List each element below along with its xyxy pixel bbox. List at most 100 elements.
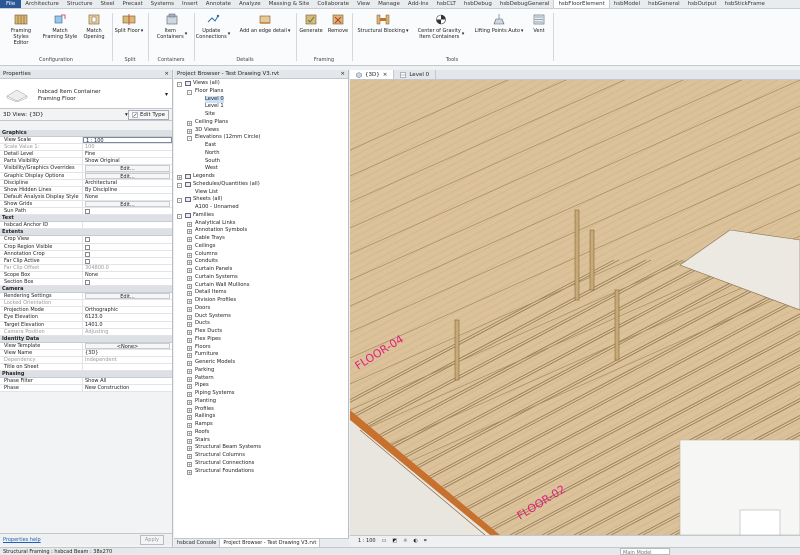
browser-bottom-tab[interactable]: hsbcad Console bbox=[174, 539, 221, 547]
browser-tree-item[interactable]: + Curtain Panels bbox=[174, 266, 349, 274]
browser-tree-item[interactable]: - Schedules/Quantities (all) bbox=[174, 181, 349, 189]
expand-icon[interactable]: + bbox=[187, 330, 192, 335]
browser-tree-item[interactable]: + Structural Beam Systems bbox=[174, 444, 349, 452]
browser-tree-item[interactable]: + Ducts bbox=[174, 320, 349, 328]
expand-icon[interactable]: + bbox=[187, 353, 192, 359]
apply-button[interactable]: Apply bbox=[139, 535, 164, 545]
property-checkbox[interactable] bbox=[85, 258, 90, 264]
browser-tree-item[interactable]: + Floors bbox=[174, 344, 349, 352]
expand-icon[interactable]: + bbox=[187, 345, 192, 351]
browser-tree-item[interactable]: + Cable Trays bbox=[174, 235, 349, 243]
browser-tree-item[interactable]: + Furniture bbox=[174, 351, 349, 359]
ribbon-tab-precast[interactable]: Precast bbox=[118, 0, 146, 8]
browser-tree-item[interactable]: South bbox=[174, 158, 349, 166]
property-value[interactable]: 1401.0 bbox=[83, 322, 172, 328]
property-value[interactable]: Orthographic bbox=[83, 307, 172, 313]
chevron-down-icon[interactable]: ▾ bbox=[165, 91, 168, 98]
close-icon[interactable]: × bbox=[340, 70, 345, 79]
lifting-points-auto-button[interactable]: Lifting Points Auto ▾ bbox=[471, 13, 527, 34]
edit-type-button[interactable]: Edit Type bbox=[127, 110, 169, 120]
property-edit-button[interactable]: Edit... bbox=[85, 165, 170, 172]
ribbon-tab-steel[interactable]: Steel bbox=[96, 0, 118, 8]
properties-section-identity-data[interactable]: Identity Data bbox=[0, 335, 172, 343]
property-edit-button[interactable]: <None> bbox=[85, 342, 170, 350]
property-value[interactable]: None bbox=[83, 194, 172, 200]
view-tab-level-0[interactable]: Level 0 bbox=[394, 70, 437, 79]
center-of-gravity-button[interactable]: Center of Gravity Item Containers ▾ bbox=[413, 13, 469, 40]
generate-button[interactable]: Generate bbox=[298, 13, 324, 34]
expand-icon[interactable]: + bbox=[187, 454, 192, 459]
collapse-icon[interactable]: - bbox=[177, 213, 182, 219]
properties-section-camera[interactable]: Camera bbox=[0, 286, 172, 294]
ribbon-tab-view[interactable]: View bbox=[353, 0, 374, 8]
browser-bottom-tab[interactable]: Project Browser - Test Drawing V3.rvt bbox=[220, 539, 321, 547]
expand-icon[interactable]: + bbox=[187, 237, 192, 242]
expand-icon[interactable]: + bbox=[187, 392, 192, 397]
type-selector[interactable]: hsbcad Item Container Framing Floor ▾ bbox=[0, 79, 172, 109]
ribbon-tab-add-ins[interactable]: Add-Ins bbox=[404, 0, 433, 8]
shadows-icon[interactable]: ◐ bbox=[414, 536, 418, 545]
property-value[interactable]: Architectural bbox=[83, 180, 172, 186]
browser-tree-item[interactable]: + Pipes bbox=[174, 382, 349, 390]
expand-icon[interactable]: + bbox=[177, 175, 182, 180]
properties-help-link[interactable]: Properties help bbox=[3, 537, 41, 543]
active-model-selector[interactable]: Main Model bbox=[620, 548, 670, 555]
collapse-icon[interactable]: - bbox=[177, 198, 182, 204]
browser-tree-item[interactable]: + Stairs bbox=[174, 437, 349, 445]
expand-icon[interactable]: + bbox=[187, 252, 192, 258]
browser-tree-item[interactable]: + Ceiling Plans bbox=[174, 119, 349, 127]
browser-tree-item[interactable]: + Pattern bbox=[174, 375, 349, 383]
expand-icon[interactable]: + bbox=[187, 337, 192, 343]
structural-blocking-button[interactable]: Structural Blocking ▾ bbox=[355, 13, 411, 34]
close-icon[interactable]: × bbox=[383, 70, 388, 80]
browser-tree-item[interactable]: East bbox=[174, 142, 349, 150]
expand-icon[interactable]: + bbox=[187, 423, 192, 428]
browser-tree-item[interactable]: + Duct Systems bbox=[174, 313, 349, 321]
expand-icon[interactable]: + bbox=[187, 446, 192, 452]
expand-icon[interactable]: + bbox=[187, 128, 192, 134]
expand-icon[interactable]: + bbox=[187, 221, 192, 227]
browser-tree-item[interactable]: + Curtain Systems bbox=[174, 274, 349, 282]
expand-icon[interactable]: + bbox=[187, 229, 192, 235]
ribbon-tab-hsbclt[interactable]: hsbCLT bbox=[433, 0, 460, 8]
expand-icon[interactable]: + bbox=[187, 368, 192, 374]
expand-icon[interactable]: + bbox=[187, 469, 192, 475]
browser-tree-item[interactable]: Level 0 bbox=[174, 95, 349, 104]
browser-tree-item[interactable]: + Generic Models bbox=[174, 359, 349, 367]
expand-icon[interactable]: + bbox=[187, 299, 192, 304]
expand-icon[interactable]: + bbox=[187, 415, 192, 421]
property-value[interactable]: None bbox=[83, 272, 172, 278]
ribbon-tab-hsbstickframe[interactable]: hsbStickFrame bbox=[721, 0, 769, 8]
property-value[interactable]: {3D} bbox=[83, 350, 172, 356]
browser-tree-item[interactable]: + Doors bbox=[174, 305, 349, 313]
expand-icon[interactable]: + bbox=[187, 376, 192, 382]
close-icon[interactable]: × bbox=[164, 70, 169, 79]
ribbon-tab-hsbgeneral[interactable]: hsbGeneral bbox=[644, 0, 684, 8]
instance-selector[interactable]: 3D View: {3D} ▾ Edit Type bbox=[0, 109, 172, 121]
browser-tree-item[interactable]: - Elevations (12mm Circle) bbox=[174, 134, 349, 142]
browser-tree-item[interactable]: + Columns bbox=[174, 251, 349, 259]
ribbon-tab-analyze[interactable]: Analyze bbox=[235, 0, 265, 8]
browser-tree-item[interactable]: + Flex Ducts bbox=[174, 328, 349, 336]
property-checkbox[interactable] bbox=[85, 279, 90, 285]
ribbon-tab-file[interactable]: File bbox=[0, 0, 22, 8]
property-edit-button[interactable]: Edit... bbox=[85, 172, 170, 180]
browser-tree-item[interactable]: + Planting bbox=[174, 398, 349, 406]
expand-icon[interactable]: + bbox=[187, 322, 192, 328]
expand-icon[interactable]: + bbox=[187, 260, 192, 266]
split-floor-button[interactable]: Split Floor ▾ bbox=[114, 13, 144, 34]
ribbon-tab-collaborate[interactable]: Collaborate bbox=[313, 0, 353, 8]
browser-tree-item[interactable]: + Detail Items bbox=[174, 289, 349, 297]
match-framing-style-button[interactable]: Match Framing Style bbox=[42, 13, 78, 40]
expand-icon[interactable]: + bbox=[187, 314, 192, 320]
properties-section-text[interactable]: Text bbox=[0, 215, 172, 223]
crop-icon[interactable]: ⌗ bbox=[424, 536, 427, 545]
view-selector[interactable]: 3D View: {3D} bbox=[3, 112, 123, 118]
browser-tree-item[interactable]: +3D Views bbox=[174, 127, 349, 135]
browser-tree-item[interactable]: + Ceilings bbox=[174, 243, 349, 251]
browser-tree-item[interactable]: North bbox=[174, 150, 349, 158]
expand-icon[interactable]: + bbox=[187, 244, 192, 250]
expand-icon[interactable]: + bbox=[187, 438, 192, 444]
browser-tree-item[interactable]: + Ramps bbox=[174, 421, 349, 429]
browser-tree-item[interactable]: + Analytical Links bbox=[174, 220, 349, 228]
